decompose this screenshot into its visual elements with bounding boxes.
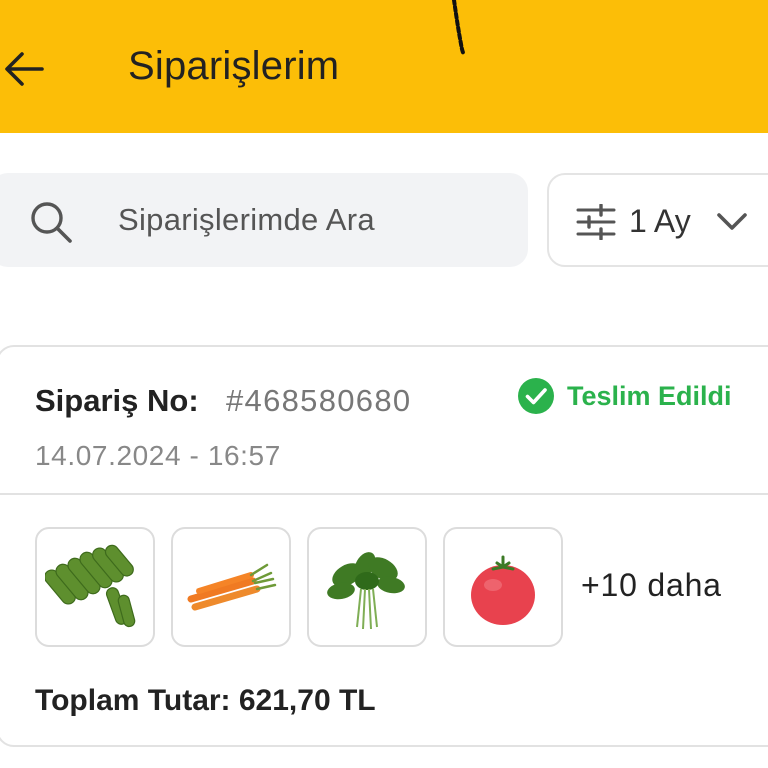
order-date: 14.07.2024 - 16:57	[35, 440, 281, 471]
filter-label: 1 Ay	[629, 203, 691, 239]
search-placeholder: Siparişlerimde Ara	[118, 202, 375, 237]
product-thumbnail-cucumber[interactable]	[35, 527, 155, 647]
arugula-icon	[327, 552, 405, 630]
order-card[interactable]: Sipariş No: #468580680 14.07.2024 - 16:5…	[0, 345, 768, 747]
carrot-icon	[187, 563, 277, 611]
product-thumbnail-carrot[interactable]	[171, 527, 291, 647]
chevron-down-icon	[717, 213, 747, 230]
cucumber-icon	[45, 544, 136, 628]
product-thumbnail-tomato[interactable]	[443, 527, 563, 647]
search-input[interactable]: Siparişlerimde Ara	[0, 173, 528, 267]
order-total: Toplam Tutar: 621,70 TL	[35, 684, 376, 717]
page-title: Siparişlerim	[128, 44, 340, 88]
decorative-scratch	[452, 0, 466, 57]
product-thumbnail-arugula[interactable]	[307, 527, 427, 647]
date-filter-button[interactable]: 1 Ay	[547, 173, 768, 267]
app-header: Siparişlerim	[0, 0, 768, 133]
more-items-count: +10 daha	[581, 567, 722, 603]
order-card-header: Sipariş No: #468580680 14.07.2024 - 16:5…	[0, 347, 768, 495]
status-text: Teslim Edildi	[567, 380, 732, 411]
sliders-icon	[576, 204, 616, 240]
search-icon	[31, 202, 72, 243]
status-badge: Teslim Edildi	[517, 377, 732, 415]
tomato-icon	[471, 555, 535, 625]
arrow-left-icon	[5, 52, 44, 86]
check-circle-icon	[518, 378, 554, 414]
back-button[interactable]	[0, 44, 50, 94]
order-number-label: Sipariş No:	[35, 383, 199, 418]
order-number-value: #468580680	[226, 383, 412, 418]
